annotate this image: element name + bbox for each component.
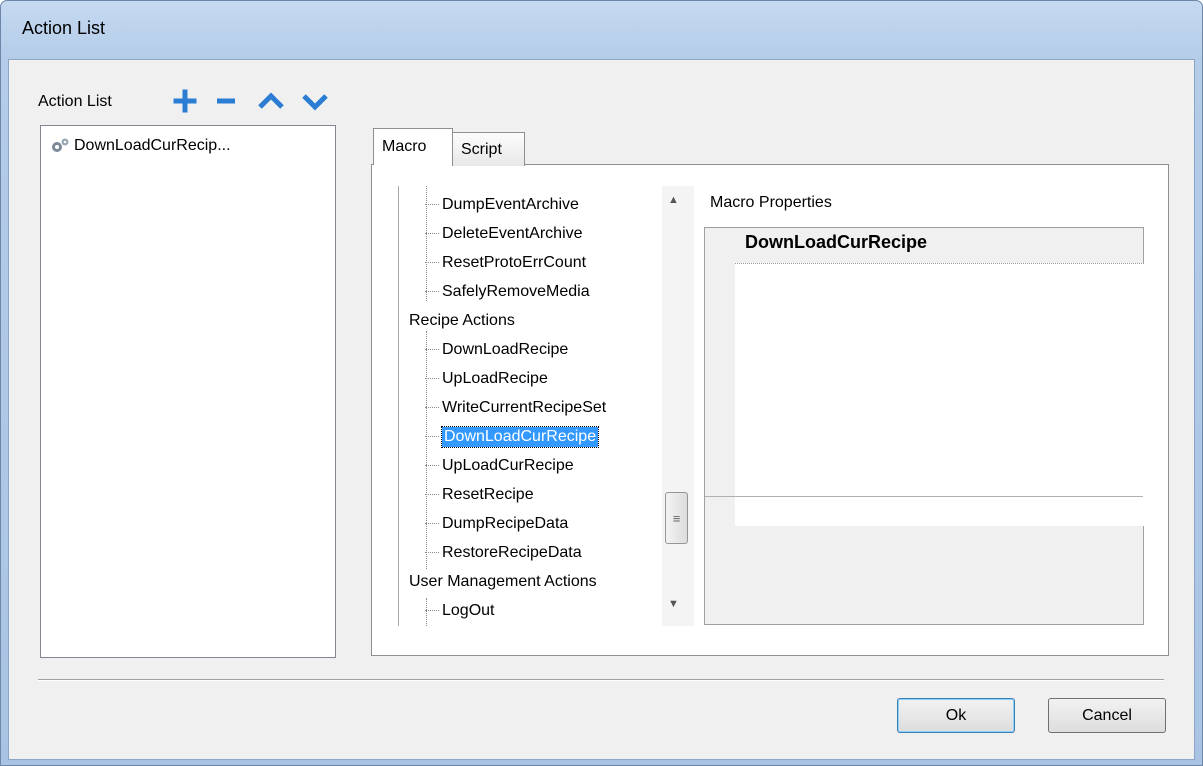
divider bbox=[735, 263, 1144, 264]
add-action-button[interactable] bbox=[172, 88, 198, 114]
properties-title: DownLoadCurRecipe bbox=[745, 232, 928, 252]
move-down-button[interactable] bbox=[300, 88, 328, 114]
properties-area bbox=[735, 263, 1144, 526]
remove-action-button[interactable] bbox=[213, 88, 239, 114]
window-title: Action List bbox=[22, 18, 106, 38]
tree-item[interactable]: DumpRecipeData bbox=[425, 509, 568, 538]
tree-item[interactable]: UpLoadRecipe bbox=[425, 364, 548, 393]
footer-divider bbox=[38, 679, 1164, 681]
tree-item[interactable]: ResetProtoErrCount bbox=[425, 248, 586, 277]
tree-item[interactable]: WriteCurrentRecipeSet bbox=[425, 393, 606, 422]
ok-button[interactable]: Ok bbox=[897, 698, 1015, 733]
action-tree[interactable]: DumpEventArchive DeleteEventArchive Rese… bbox=[398, 186, 694, 626]
tree-group-user-management[interactable]: User Management Actions bbox=[409, 567, 597, 596]
list-item-label: DownLoadCurRecip... bbox=[74, 137, 231, 154]
chevron-up-icon bbox=[258, 92, 284, 109]
tree-item[interactable]: SafelyRemoveMedia bbox=[425, 277, 590, 306]
tree-item[interactable]: DeleteEventArchive bbox=[425, 219, 583, 248]
list-item[interactable]: DownLoadCurRecip... bbox=[49, 134, 231, 158]
tree-item[interactable]: DumpEventArchive bbox=[425, 190, 579, 219]
scroll-thumb[interactable]: ≡ bbox=[665, 492, 688, 544]
chevron-down-icon bbox=[302, 94, 328, 111]
plus-icon bbox=[173, 89, 197, 113]
action-list-box[interactable]: DownLoadCurRecip... bbox=[40, 125, 336, 658]
tree-item-selected[interactable]: DownLoadCurRecipe bbox=[425, 422, 600, 451]
tree-scrollbar[interactable]: ▲ ≡ ▼ bbox=[662, 186, 694, 626]
tree-item[interactable]: RestoreRecipeData bbox=[425, 538, 582, 567]
macro-properties-label: Macro Properties bbox=[710, 194, 832, 211]
tab-script[interactable]: Script bbox=[452, 132, 525, 166]
divider bbox=[705, 496, 1143, 497]
cancel-button[interactable]: Cancel bbox=[1048, 698, 1166, 733]
move-up-button[interactable] bbox=[256, 88, 284, 114]
minus-icon bbox=[217, 98, 235, 104]
tree-item[interactable]: DownLoadRecipe bbox=[425, 335, 568, 364]
tree-item[interactable]: UpLoadCurRecipe bbox=[425, 451, 574, 480]
scroll-up-arrow-icon[interactable]: ▲ bbox=[668, 194, 679, 206]
action-list-label: Action List bbox=[38, 93, 112, 110]
macro-properties-grid[interactable]: DownLoadCurRecipe bbox=[704, 227, 1144, 625]
tab-macro[interactable]: Macro bbox=[373, 128, 453, 165]
tree-group-recipe-actions[interactable]: Recipe Actions bbox=[409, 306, 515, 335]
tree-item[interactable]: LogOut bbox=[425, 596, 494, 625]
scroll-down-arrow-icon[interactable]: ▼ bbox=[668, 598, 679, 610]
gears-icon bbox=[52, 138, 69, 152]
tree-item[interactable]: ResetRecipe bbox=[425, 480, 534, 509]
